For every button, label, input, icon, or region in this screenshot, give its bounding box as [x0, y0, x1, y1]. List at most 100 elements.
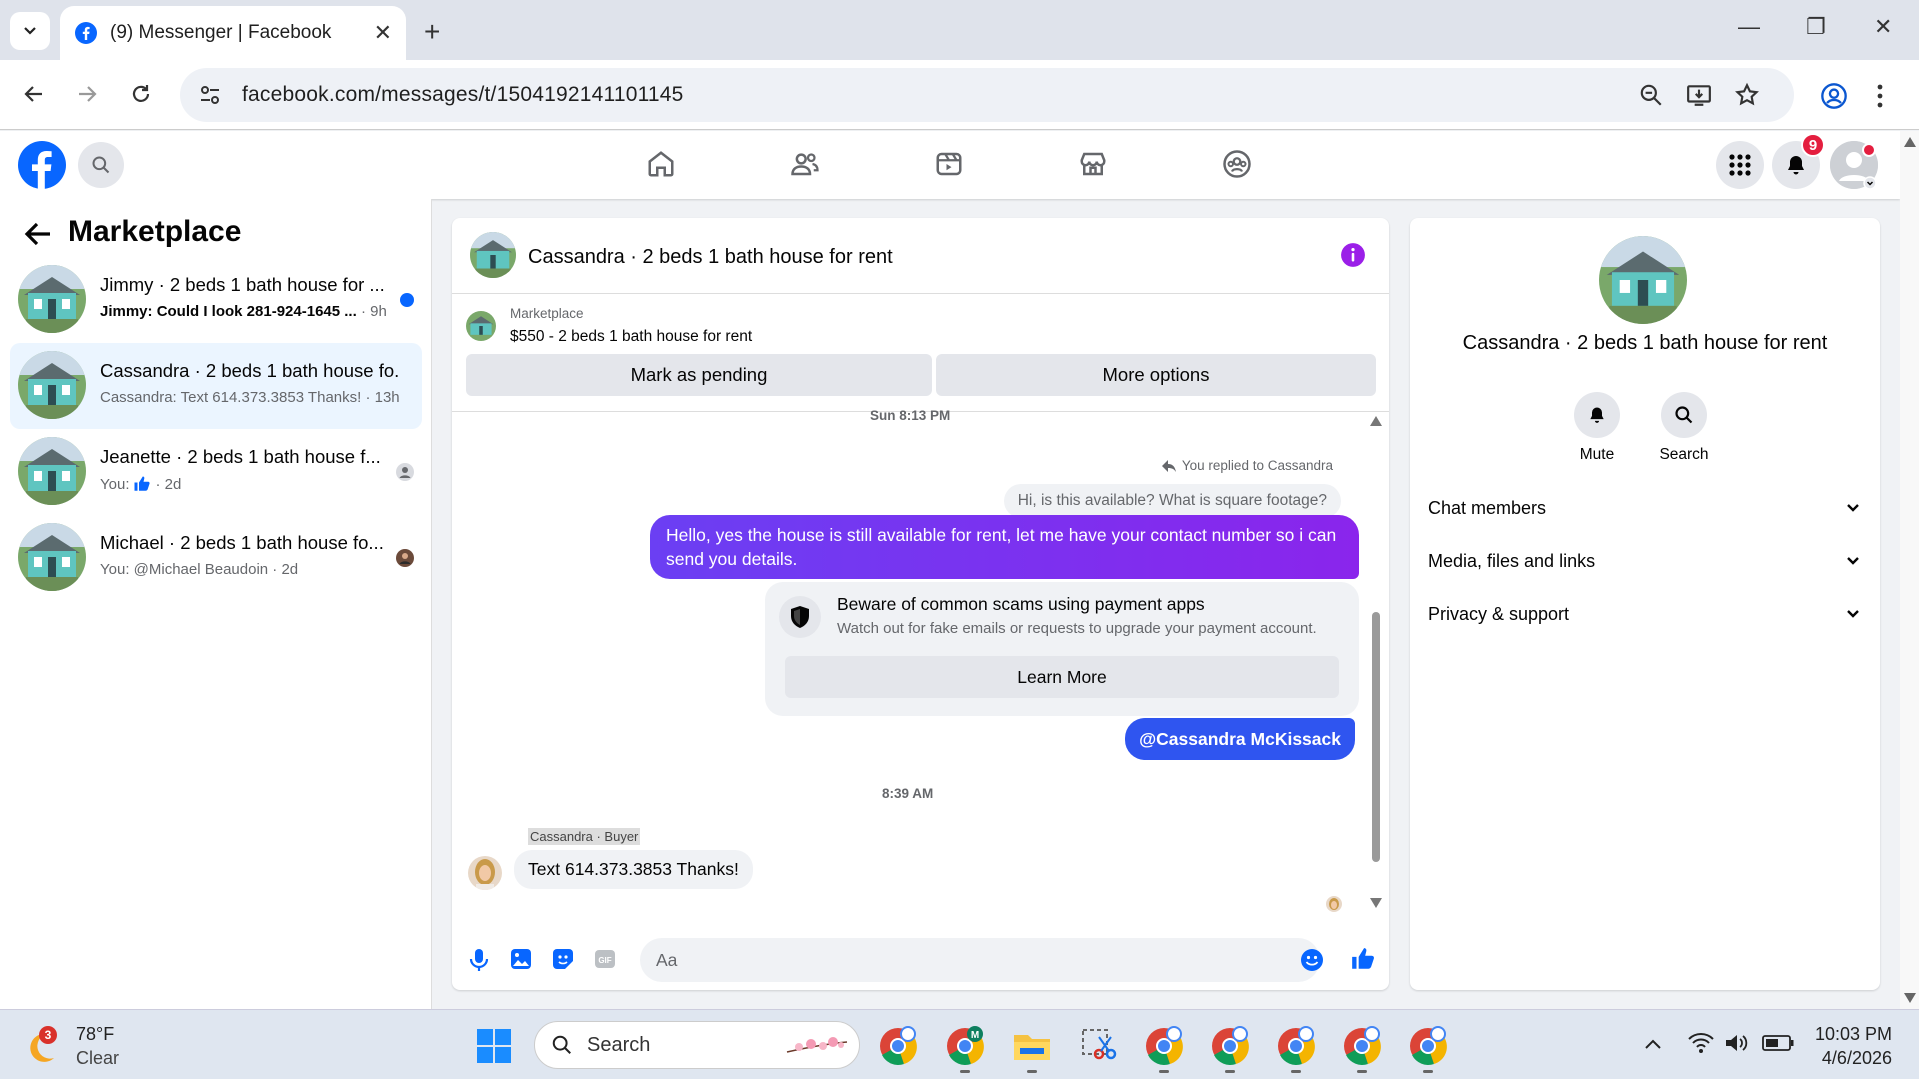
- facebook-logo-icon[interactable]: [18, 141, 66, 189]
- wifi-icon[interactable]: [1688, 1032, 1714, 1054]
- back-icon[interactable]: [22, 82, 46, 106]
- listing-detail[interactable]: $550 - 2 beds 1 bath house for rent: [510, 328, 752, 346]
- clock-date[interactable]: 4/6/2026: [1812, 1048, 1892, 1069]
- privacy-support-section[interactable]: Privacy & support: [1428, 594, 1860, 634]
- info-icon[interactable]: [1340, 242, 1366, 268]
- new-tab-button[interactable]: +: [424, 16, 440, 48]
- chrome-profile-icon[interactable]: [1144, 1026, 1184, 1066]
- taskbar-search[interactable]: Search: [534, 1021, 860, 1069]
- search-icon: [92, 156, 110, 174]
- snipping-tool-icon[interactable]: [1079, 1026, 1119, 1066]
- mute-button[interactable]: Mute: [1552, 392, 1642, 464]
- chat-avatar[interactable]: [470, 232, 516, 278]
- weather-description[interactable]: Clear: [76, 1048, 119, 1069]
- scam-warning-card: Beware of common scams using payment app…: [765, 582, 1359, 716]
- chrome-profile-icon[interactable]: [1342, 1026, 1382, 1066]
- groups-icon[interactable]: [1222, 149, 1252, 179]
- weather-temperature[interactable]: 78°F: [76, 1024, 114, 1045]
- scroll-down-icon[interactable]: [1904, 993, 1916, 1003]
- sender-label: Cassandra · Buyer: [528, 828, 641, 845]
- house-avatar: [18, 523, 86, 591]
- chevron-down-icon: [1847, 557, 1859, 565]
- avatar-placeholder-icon: [1830, 141, 1878, 189]
- mark-pending-button[interactable]: Mark as pending: [466, 354, 932, 396]
- conversation-item-cassandra[interactable]: Cassandra · 2 beds 1 bath house fo... Ca…: [10, 343, 422, 429]
- scroll-thumb[interactable]: [1372, 612, 1380, 862]
- home-icon[interactable]: [646, 149, 676, 179]
- seen-avatar-icon: [396, 549, 414, 567]
- emoji-icon[interactable]: [1300, 948, 1324, 972]
- chrome-profile-icon[interactable]: [1276, 1026, 1316, 1066]
- chat-scrollbar[interactable]: [1369, 412, 1383, 912]
- quoted-message[interactable]: Hi, is this available? What is square fo…: [1003, 484, 1341, 518]
- chevron-up-icon[interactable]: [1644, 1038, 1662, 1050]
- active-tab[interactable]: (9) Messenger | Facebook ✕: [60, 6, 406, 60]
- message-input[interactable]: [640, 938, 1320, 982]
- close-tab-icon[interactable]: ✕: [374, 20, 392, 46]
- chat-title[interactable]: Cassandra · 2 beds 1 bath house for rent: [528, 246, 893, 269]
- outgoing-message[interactable]: Hello, yes the house is still available …: [650, 515, 1359, 579]
- reload-icon[interactable]: [129, 82, 153, 106]
- site-settings-icon[interactable]: [198, 83, 222, 107]
- gif-icon[interactable]: GIF: [594, 948, 616, 970]
- volume-icon[interactable]: [1724, 1032, 1750, 1054]
- bookmark-star-icon[interactable]: [1734, 82, 1760, 108]
- search-conversation-button[interactable]: Search: [1639, 392, 1729, 464]
- sticker-icon[interactable]: [552, 948, 574, 970]
- restore-button[interactable]: ❐: [1806, 14, 1826, 40]
- back-arrow-icon[interactable]: [24, 221, 52, 247]
- zoom-icon[interactable]: [1638, 82, 1664, 108]
- more-options-button[interactable]: More options: [936, 354, 1376, 396]
- weather-widget[interactable]: 3: [26, 1026, 66, 1066]
- windows-start-icon[interactable]: [476, 1028, 512, 1064]
- conversation-item-jeanette[interactable]: Jeanette · 2 beds 1 bath house f... You:…: [10, 429, 422, 515]
- listing-thumbnail[interactable]: [466, 311, 496, 341]
- friends-icon[interactable]: [790, 149, 820, 179]
- url-text[interactable]: facebook.com/messages/t/1504192141101145: [242, 83, 684, 107]
- scam-title: Beware of common scams using payment app…: [837, 594, 1205, 614]
- file-explorer-icon[interactable]: [1012, 1026, 1052, 1066]
- conversation-item-jimmy[interactable]: Jimmy · 2 beds 1 bath house for ... Jimm…: [10, 257, 422, 343]
- tab-search-button[interactable]: [10, 12, 50, 50]
- bell-icon: [1590, 407, 1604, 423]
- media-files-links-section[interactable]: Media, files and links: [1428, 541, 1860, 581]
- reply-icon: [1161, 459, 1176, 472]
- clock-time[interactable]: 10:03 PM: [1812, 1024, 1892, 1045]
- chrome-profile-m-icon[interactable]: M: [945, 1026, 985, 1066]
- menu-button[interactable]: [1716, 141, 1764, 189]
- bell-icon: [1788, 156, 1804, 175]
- photo-icon[interactable]: [510, 948, 532, 970]
- address-bar[interactable]: facebook.com/messages/t/1504192141101145: [180, 68, 1794, 122]
- scroll-down-icon[interactable]: [1370, 898, 1382, 908]
- search-button[interactable]: [78, 142, 124, 188]
- profile-icon[interactable]: [1820, 82, 1848, 110]
- chat-members-section[interactable]: Chat members: [1428, 488, 1860, 528]
- sender-avatar[interactable]: [468, 856, 502, 890]
- install-app-icon[interactable]: [1686, 82, 1712, 108]
- microphone-icon[interactable]: [468, 948, 490, 972]
- scroll-up-icon[interactable]: [1370, 416, 1382, 426]
- minimize-button[interactable]: —: [1738, 14, 1760, 40]
- profile-avatar[interactable]: [1599, 236, 1687, 324]
- mention-message[interactable]: @Cassandra McKissack: [1125, 718, 1355, 760]
- forward-icon[interactable]: [75, 82, 99, 106]
- search-icon: [552, 1035, 571, 1054]
- scroll-up-icon[interactable]: [1904, 137, 1916, 147]
- thumbs-up-send-icon[interactable]: [1350, 946, 1376, 972]
- close-window-button[interactable]: ✕: [1874, 14, 1892, 40]
- conversation-item-michael[interactable]: Michael · 2 beds 1 bath house fo... You:…: [10, 515, 422, 601]
- marketplace-icon[interactable]: [1078, 149, 1108, 179]
- account-button[interactable]: [1830, 141, 1878, 189]
- page-scrollbar[interactable]: [1900, 131, 1919, 1009]
- chevron-down-icon: [1847, 504, 1859, 512]
- chrome-profile-icon[interactable]: [1210, 1026, 1250, 1066]
- incoming-message[interactable]: Text 614.373.3853 Thanks!: [514, 850, 753, 889]
- video-icon[interactable]: [934, 149, 964, 179]
- battery-icon[interactable]: [1762, 1034, 1794, 1052]
- house-avatar: [18, 437, 86, 505]
- kebab-menu-icon[interactable]: [1876, 82, 1884, 110]
- conversation-info-panel: Cassandra · 2 beds 1 bath house for rent…: [1410, 218, 1880, 990]
- chrome-icon[interactable]: [878, 1026, 918, 1066]
- chrome-profile-icon[interactable]: [1408, 1026, 1448, 1066]
- learn-more-button[interactable]: Learn More: [785, 656, 1339, 698]
